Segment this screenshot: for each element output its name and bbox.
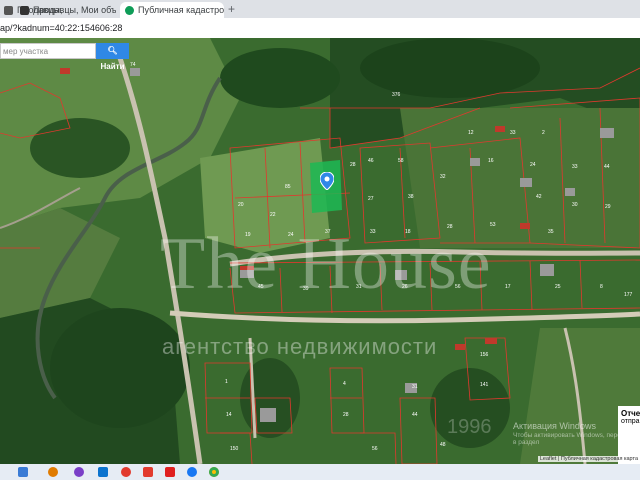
- search-icon: 🔍︎: [107, 46, 118, 55]
- activation-title: Активация Windows: [513, 421, 596, 431]
- parcel-label: 376: [392, 92, 401, 98]
- tab-2[interactable]: Продавцы, Мои объекты ✕: [20, 2, 116, 18]
- doc-icon: [4, 5, 13, 15]
- yandex-icon[interactable]: [143, 467, 153, 477]
- parcel-label: 14: [226, 412, 232, 418]
- parcel-label: 29: [605, 204, 611, 210]
- chrome-icon[interactable]: [209, 467, 219, 477]
- parcel-label: 27: [368, 196, 374, 202]
- parcel-label: 141: [480, 382, 489, 388]
- parcel-label: 4: [343, 381, 346, 387]
- parcel-label: 25: [555, 284, 561, 290]
- parcel-label: 30: [572, 202, 578, 208]
- tab-bar: Продавцы, Мои объекты Продавцы, Мои объе…: [0, 0, 640, 18]
- parcel-label: 2: [542, 130, 545, 136]
- parcel-label: 156: [480, 352, 489, 358]
- parcel-label: 33: [572, 164, 578, 170]
- parcel-label: 177: [624, 292, 633, 298]
- parcel-label: 8: [600, 284, 603, 290]
- app-icon[interactable]: [48, 467, 58, 477]
- home-icon[interactable]: [18, 467, 28, 477]
- parcel-label: 17: [505, 284, 511, 290]
- parcel-label: 31: [412, 384, 418, 390]
- address-bar[interactable]: ap/?kadnum=40:22:154606:28: [0, 18, 640, 39]
- search-input[interactable]: мер участка: [0, 43, 96, 59]
- search-button-label: Найти: [100, 62, 125, 71]
- watermark-subtitle: агентство недвижимости: [162, 334, 438, 359]
- viber-icon[interactable]: [74, 467, 84, 477]
- youtube-icon[interactable]: [165, 467, 175, 477]
- parcel-label: 35: [548, 229, 554, 235]
- parcel-label: 1: [225, 379, 228, 385]
- url-text[interactable]: ap/?kadnum=40:22:154606:28: [0, 23, 122, 33]
- parcel-label: 44: [412, 412, 418, 418]
- parcel-label: 150: [230, 446, 239, 452]
- parcel-label: 85: [285, 184, 291, 190]
- facebook-icon[interactable]: [187, 467, 197, 477]
- parcel-label: 12: [468, 130, 474, 136]
- side-panel-title: Отче: [621, 409, 640, 418]
- opera-icon[interactable]: [121, 467, 131, 477]
- parcel-label: 24: [530, 162, 536, 168]
- search-button[interactable]: 🔍︎ Найти: [96, 43, 129, 71]
- watermark-year: 1996: [447, 416, 492, 438]
- parcel-label: 56: [372, 446, 378, 452]
- parcel-label: 74: [130, 62, 136, 68]
- parcel-label: 33: [510, 130, 516, 136]
- taskbar: [0, 464, 640, 480]
- parcel-label: 22: [270, 212, 276, 218]
- map-attribution: Leaflet | Публичная кадастровая карта: [537, 456, 640, 462]
- parcel-label: 48: [440, 442, 446, 448]
- watermark-title: The House: [160, 223, 492, 305]
- tab-label: Продавцы, Мои объекты: [33, 5, 116, 15]
- parcel-label: 42: [536, 194, 542, 200]
- cadastral-map[interactable]: 376 28 85 20 22 19 24 37 33 18 28 53 35 …: [0, 38, 640, 464]
- parcel-label: 32: [440, 174, 446, 180]
- parcel-label: 44: [604, 164, 610, 170]
- parcel-label: 38: [408, 194, 414, 200]
- parcel-label: 28: [343, 412, 349, 418]
- parcel-label: 28: [350, 162, 356, 168]
- side-panel-text: отпра: [621, 418, 640, 425]
- tab-3[interactable]: Публичная кадастровая карта ✕: [120, 2, 224, 18]
- parcel-label: 58: [398, 158, 404, 164]
- map-pin-icon: [125, 5, 134, 15]
- edge-icon[interactable]: [98, 467, 108, 477]
- doc-icon: [20, 5, 29, 15]
- tab-label: Публичная кадастровая карта: [138, 5, 224, 15]
- map-pin-icon[interactable]: [320, 172, 334, 190]
- parcel-label: 16: [488, 158, 494, 164]
- parcel-label: 20: [238, 202, 244, 208]
- new-tab-button[interactable]: +: [228, 2, 235, 16]
- parcel-label: 46: [368, 158, 374, 164]
